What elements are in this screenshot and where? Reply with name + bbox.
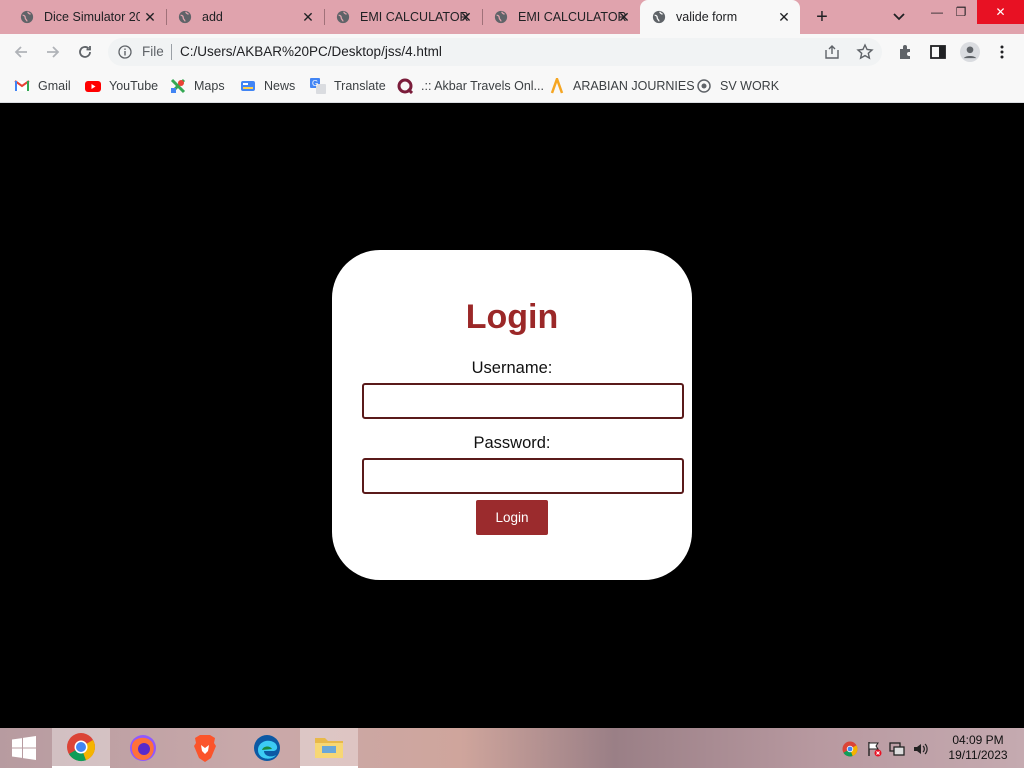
taskbar-edge[interactable] xyxy=(238,728,296,768)
tray-chrome-icon[interactable] xyxy=(842,741,858,757)
tab-label: EMI CALCULATOR xyxy=(518,10,627,24)
bookmark-label: Translate xyxy=(334,79,386,93)
network-icon[interactable] xyxy=(889,741,905,757)
chrome-icon xyxy=(67,733,95,762)
globe-icon xyxy=(20,10,34,24)
volume-icon[interactable] xyxy=(912,741,928,757)
clock-time: 04:09 PM xyxy=(952,733,1004,747)
bookmark-label: Gmail xyxy=(38,79,71,93)
password-label: Password: xyxy=(473,434,551,452)
login-card: Login Username: Password: Login xyxy=(332,250,692,580)
maps-icon xyxy=(170,78,186,94)
tab-label: EMI CALCULATOR xyxy=(360,10,469,24)
extensions-puzzle-icon[interactable] xyxy=(897,43,915,61)
tab-add[interactable]: add ✕ xyxy=(158,0,324,34)
globe-icon xyxy=(494,10,508,24)
bookmark-label: .:: Akbar Travels Onl... xyxy=(421,79,544,93)
address-bar[interactable]: File C:/Users/AKBAR%20PC/Desktop/jss/4.h… xyxy=(108,38,882,66)
bookmark-sv-work[interactable]: SV WORK xyxy=(696,76,779,96)
globe-icon xyxy=(336,10,350,24)
page-viewport: Login Username: Password: Login xyxy=(0,103,1024,728)
tab-label: valide form xyxy=(676,10,738,24)
windows-logo-icon xyxy=(12,736,36,760)
bookmark-label: ARABIAN JOURNIES xyxy=(573,79,695,93)
bookmark-translate[interactable]: G Translate xyxy=(310,76,386,96)
forward-arrow-icon xyxy=(47,46,60,58)
chevron-down-icon[interactable] xyxy=(890,8,908,26)
new-tab-button[interactable]: + xyxy=(812,7,832,27)
side-panel-icon[interactable] xyxy=(929,43,947,61)
username-label: Username: xyxy=(471,359,553,377)
bookmark-star-icon[interactable] xyxy=(856,43,874,61)
bookmark-maps[interactable]: Maps xyxy=(170,76,225,96)
bookmarks-bar: Gmail YouTube Maps News G Translate .:: … xyxy=(0,70,1024,103)
akbar-travels-icon xyxy=(397,78,413,94)
edge-icon xyxy=(254,735,280,761)
file-scheme-label: File xyxy=(142,44,164,59)
url-text[interactable]: C:/Users/AKBAR%20PC/Desktop/jss/4.html xyxy=(180,44,442,59)
tab-valide-form[interactable]: valide form ✕ xyxy=(640,0,800,34)
bookmark-label: News xyxy=(264,79,296,93)
back-button[interactable] xyxy=(10,41,32,63)
globe-icon xyxy=(178,10,192,24)
svg-text:G: G xyxy=(312,79,318,88)
bookmark-news[interactable]: News xyxy=(240,76,295,96)
action-center-flag-icon[interactable] xyxy=(866,741,882,757)
taskbar-chrome[interactable] xyxy=(52,728,110,768)
bookmark-label: SV WORK xyxy=(720,79,780,93)
reload-icon xyxy=(79,46,91,58)
password-input[interactable] xyxy=(362,458,684,494)
brave-icon xyxy=(194,735,216,762)
bookmark-akbar-travels[interactable]: .:: Akbar Travels Onl... xyxy=(397,76,544,96)
sv-work-icon xyxy=(697,79,711,93)
folder-icon xyxy=(315,738,343,758)
taskbar-firefox[interactable] xyxy=(114,728,172,768)
browser-toolbar: File C:/Users/AKBAR%20PC/Desktop/jss/4.h… xyxy=(0,34,1024,70)
bookmark-youtube[interactable]: YouTube xyxy=(85,76,158,96)
username-input[interactable] xyxy=(362,383,684,419)
profile-avatar-icon[interactable] xyxy=(960,42,980,62)
tab-emi-calculator-1[interactable]: EMI CALCULATOR ✕ xyxy=(316,0,482,34)
bookmark-label: YouTube xyxy=(109,79,159,93)
globe-icon xyxy=(652,10,666,24)
tab-close-icon[interactable]: ✕ xyxy=(300,9,316,25)
omnibox-separator xyxy=(171,44,172,60)
translate-icon: G xyxy=(310,78,326,94)
bookmark-arabian-journies[interactable]: ARABIAN JOURNIES xyxy=(549,76,695,96)
system-clock[interactable]: 04:09 PM 19/11/2023 xyxy=(940,733,1016,763)
gmail-icon xyxy=(14,80,30,91)
news-icon xyxy=(241,81,255,91)
login-button[interactable]: Login xyxy=(476,500,548,535)
back-arrow-icon xyxy=(14,46,27,58)
bookmark-gmail[interactable]: Gmail xyxy=(14,76,71,96)
reload-button[interactable] xyxy=(74,41,96,63)
bookmark-label: Maps xyxy=(194,79,225,93)
windows-taskbar: 04:09 PM 19/11/2023 xyxy=(0,728,1024,768)
restore-button[interactable]: ❐ xyxy=(945,0,977,24)
tab-label: add xyxy=(202,10,223,24)
more-menu-icon[interactable] xyxy=(993,43,1011,61)
taskbar-brave[interactable] xyxy=(176,728,234,768)
clock-date: 19/11/2023 xyxy=(948,748,1008,762)
tab-strip: Dice Simulator 20 ✕ add ✕ EMI CALCULATOR… xyxy=(0,0,1024,34)
arabian-journies-icon xyxy=(550,78,564,94)
tab-emi-calculator-2[interactable]: EMI CALCULATOR ✕ xyxy=(474,0,640,34)
close-window-button[interactable]: ✕ xyxy=(977,0,1024,24)
tab-close-icon[interactable]: ✕ xyxy=(458,9,474,25)
tab-close-icon[interactable]: ✕ xyxy=(776,9,792,25)
start-button[interactable] xyxy=(0,728,48,768)
forward-button[interactable] xyxy=(42,41,64,63)
firefox-icon xyxy=(130,735,156,761)
tab-close-icon[interactable]: ✕ xyxy=(616,9,632,25)
tab-close-icon[interactable]: ✕ xyxy=(142,9,158,25)
share-icon[interactable] xyxy=(824,44,840,60)
tab-label: Dice Simulator 20 xyxy=(44,10,140,24)
youtube-icon xyxy=(85,81,101,92)
taskbar-file-explorer[interactable] xyxy=(300,728,358,768)
info-icon[interactable] xyxy=(118,45,132,59)
tab-dice-simulator[interactable]: Dice Simulator 20 ✕ xyxy=(0,0,166,34)
login-title: Login xyxy=(465,298,559,336)
